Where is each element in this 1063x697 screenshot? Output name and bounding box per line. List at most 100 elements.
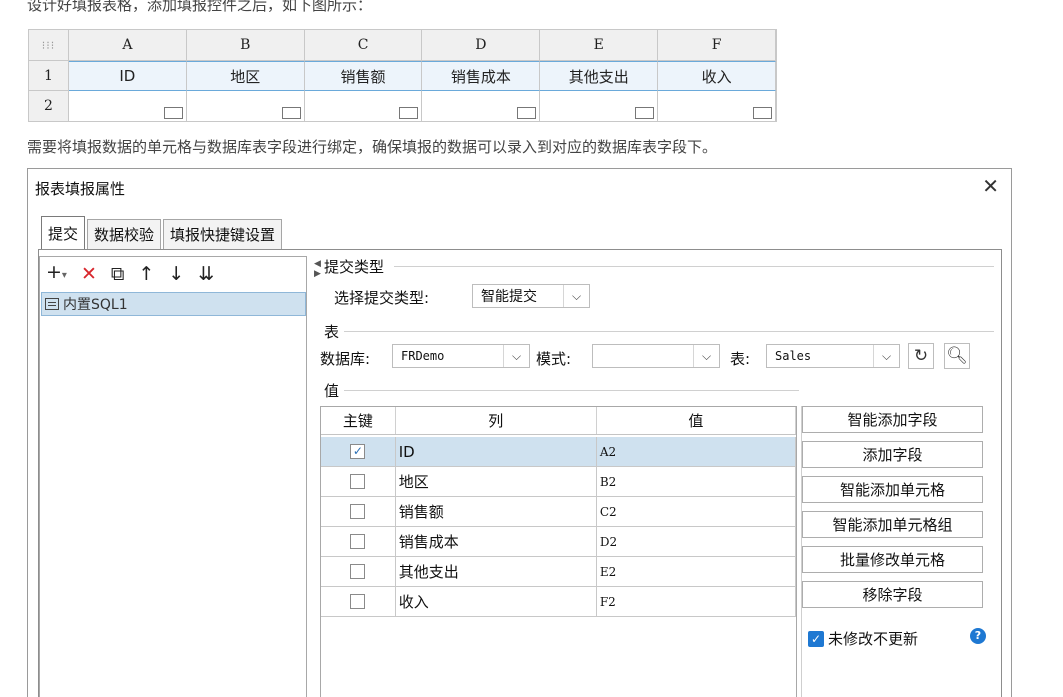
row-header-1: 1: [29, 61, 69, 91]
value-section-label: 值: [324, 382, 340, 400]
value-cell[interactable]: C2: [597, 497, 796, 526]
primary-key-checkbox[interactable]: ✓: [350, 444, 366, 459]
cell-f2[interactable]: [658, 91, 777, 122]
column-cell: ID: [396, 437, 597, 466]
table-row[interactable]: 其他支出 E2: [321, 557, 796, 587]
schema-select[interactable]: ⌵: [592, 344, 720, 368]
column-cell: 其他支出: [396, 557, 597, 586]
submit-settings-pane: 提交类型 选择提交类型: 智能提交 ⌵ 表 数据库: FRDemo ⌵ 模式: …: [320, 256, 996, 697]
intro-text: 设计好填报表格，添加填报控件之后，如下图所示：: [27, 0, 373, 14]
submit-type-label: 选择提交类型:: [334, 289, 430, 307]
cell-a2[interactable]: [68, 91, 187, 122]
list-item-builtin-sql[interactable]: 内置SQL1: [41, 292, 306, 316]
primary-key-checkbox[interactable]: [350, 474, 366, 489]
table-select[interactable]: Sales ⌵: [766, 344, 900, 368]
close-icon[interactable]: ✕: [982, 175, 999, 197]
cell-e1[interactable]: 其他支出: [540, 61, 659, 91]
copy-icon[interactable]: ⧉: [111, 264, 125, 284]
smart-add-field-button[interactable]: 智能添加字段: [802, 406, 983, 433]
corner-cell: ⁝⁝⁝: [29, 30, 69, 60]
help-icon[interactable]: ?: [970, 628, 986, 644]
column-header-d: D: [422, 30, 541, 60]
sheet-row-2: 2: [29, 91, 777, 122]
cell-e2[interactable]: [540, 91, 659, 122]
spreadsheet-preview: ⁝⁝⁝ A B C D E F 1 ID 地区 销售额 销售成本 其他支出 收入…: [28, 29, 777, 122]
value-cell[interactable]: A2: [597, 437, 796, 466]
cell-b1[interactable]: 地区: [186, 61, 305, 91]
database-select[interactable]: FRDemo ⌵: [392, 344, 530, 368]
cell-c2[interactable]: [304, 91, 423, 122]
sheet-row-1: 1 ID 地区 销售额 销售成本 其他支出 收入: [29, 61, 777, 91]
remove-field-button[interactable]: 移除字段: [802, 581, 983, 608]
table-row[interactable]: 收入 F2: [321, 587, 796, 617]
preview-table-icon[interactable]: 🔍︎: [944, 343, 970, 369]
table-header: 主键 列 值: [321, 407, 796, 435]
batch-modify-cells-button[interactable]: 批量修改单元格: [802, 546, 983, 573]
no-update-if-unmodified-checkbox[interactable]: ✓ 未修改不更新: [808, 628, 918, 649]
column-header-b: B: [187, 30, 305, 60]
primary-key-checkbox[interactable]: [350, 564, 366, 579]
dialog-titlebar: 报表填报属性 ✕: [28, 169, 1011, 207]
primary-key-checkbox[interactable]: [350, 504, 366, 519]
cell-a1[interactable]: ID: [68, 61, 187, 91]
submit-list-pane: +▾ ✕ ⧉ ↑ ↓ ⇊ 内置SQL1: [39, 256, 307, 697]
dialog-title: 报表填报属性: [35, 180, 126, 198]
column-cell: 地区: [396, 467, 597, 496]
sort-icon[interactable]: ⇊: [198, 264, 214, 284]
column-header-column[interactable]: 列: [396, 407, 597, 434]
value-cell[interactable]: E2: [597, 557, 796, 586]
move-down-icon[interactable]: ↓: [168, 264, 184, 284]
table-row[interactable]: 地区 B2: [321, 467, 796, 497]
column-header-c: C: [305, 30, 423, 60]
chevron-down-icon: ⌵: [563, 285, 589, 307]
add-field-button[interactable]: 添加字段: [802, 441, 983, 468]
table-row[interactable]: 销售额 C2: [321, 497, 796, 527]
cell-d2[interactable]: [422, 91, 541, 122]
key-cell: [321, 587, 396, 616]
cell-d1[interactable]: 销售成本: [422, 61, 541, 91]
cell-f1[interactable]: 收入: [658, 61, 777, 91]
add-icon[interactable]: +▾: [46, 262, 67, 286]
list-toolbar: +▾ ✕ ⧉ ↑ ↓ ⇊: [40, 257, 306, 291]
report-fill-properties-dialog: 报表填报属性 ✕ 提交 数据校验 填报快捷键设置 +▾ ✕ ⧉ ↑ ↓ ⇊ 内置…: [27, 168, 1012, 697]
table-value: Sales: [775, 349, 812, 363]
database-label: 数据库:: [320, 350, 371, 368]
description-text: 需要将填报数据的单元格与数据库表字段进行绑定，确保填报的数据可以录入到对应的数据…: [27, 138, 718, 156]
delete-icon[interactable]: ✕: [81, 264, 97, 284]
table-row[interactable]: 销售成本 D2: [321, 527, 796, 557]
tab-data-validation[interactable]: 数据校验: [87, 219, 162, 249]
value-cell[interactable]: F2: [597, 587, 796, 616]
value-cell[interactable]: D2: [597, 527, 796, 556]
cell-c1[interactable]: 销售额: [304, 61, 423, 91]
key-cell: ✓: [321, 437, 396, 466]
tab-bar: 提交 数据校验 填报快捷键设置: [41, 216, 284, 249]
move-up-icon[interactable]: ↑: [138, 264, 154, 284]
refresh-icon[interactable]: ↻: [908, 343, 934, 369]
chevron-down-icon: ⌵: [873, 345, 899, 367]
column-header-f: F: [658, 30, 777, 60]
column-header-a: A: [69, 30, 187, 60]
primary-key-checkbox[interactable]: [350, 594, 366, 609]
textbox-widget-icon: [635, 107, 655, 119]
smart-add-cell-group-button[interactable]: 智能添加单元格组: [802, 511, 983, 538]
submit-type-select[interactable]: 智能提交 ⌵: [472, 284, 590, 308]
cell-b2[interactable]: [186, 91, 305, 122]
tab-shortcut-settings[interactable]: 填报快捷键设置: [163, 219, 283, 249]
table-section-label: 表: [324, 323, 340, 341]
tab-submit[interactable]: 提交: [41, 216, 86, 249]
column-header-value[interactable]: 值: [597, 407, 796, 434]
smart-add-cell-button[interactable]: 智能添加单元格: [802, 476, 983, 503]
value-cell[interactable]: B2: [597, 467, 796, 496]
column-cell: 收入: [396, 587, 597, 616]
schema-label: 模式:: [536, 350, 572, 368]
textbox-widget-icon: [163, 107, 183, 119]
divider: [344, 390, 799, 391]
table-row[interactable]: ✓ ID A2: [321, 437, 796, 467]
primary-key-checkbox[interactable]: [350, 534, 366, 549]
column-cell: 销售成本: [396, 527, 597, 556]
divider: [344, 331, 994, 332]
table-label: 表:: [730, 350, 751, 368]
no-update-if-unmodified-label: 未修改不更新: [828, 630, 919, 648]
column-header-key[interactable]: 主键: [321, 407, 396, 434]
checkbox-checked-icon: ✓: [808, 630, 824, 647]
